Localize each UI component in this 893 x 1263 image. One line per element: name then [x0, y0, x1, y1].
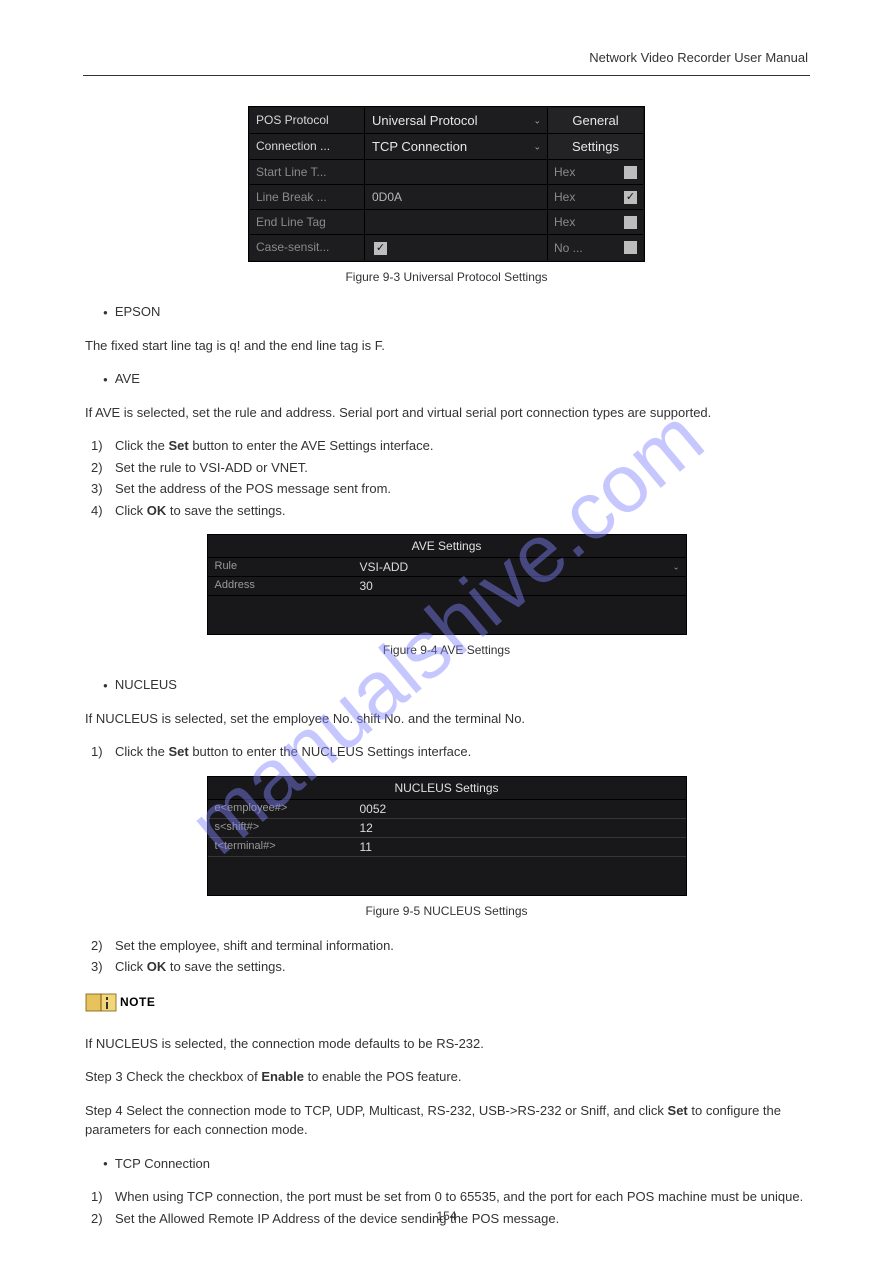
chevron-down-icon: ⌄: [533, 141, 541, 152]
end-line-input[interactable]: [365, 210, 548, 234]
settings-button[interactable]: Settings: [548, 134, 643, 159]
connection-dropdown[interactable]: TCP Connection ⌄: [365, 134, 548, 159]
ave-settings-panel: AVE Settings Rule VSI-ADD ⌄ Address 30: [207, 534, 687, 635]
bullet-list: NUCLEUS: [103, 675, 808, 695]
figure-1-caption: Figure 9-3 Universal Protocol Settings: [0, 270, 893, 284]
end-line-label: End Line Tag: [250, 210, 365, 234]
hex-label: Hex: [554, 165, 624, 179]
row-start-line: Start Line T... Hex: [250, 159, 643, 184]
row-case-sensitive: Case-sensit... No ...: [250, 234, 643, 260]
list-item: 1)Click the Set button to enter the NUCL…: [115, 742, 808, 762]
hex-checkbox[interactable]: [624, 216, 637, 229]
list-item: 4)Click OK to save the settings.: [115, 501, 808, 521]
ave-steps: 1)Click the Set button to enter the AVE …: [115, 436, 808, 520]
list-item: 2)Set the employee, shift and terminal i…: [115, 936, 808, 956]
universal-protocol-settings-panel: POS Protocol Universal Protocol ⌄ Genera…: [248, 106, 645, 262]
row-line-break: Line Break ... 0D0A Hex: [250, 184, 643, 209]
shift-input[interactable]: 12: [353, 819, 686, 837]
no-label: No ...: [554, 241, 624, 255]
no-checkbox[interactable]: [624, 241, 637, 254]
list-item: 3)Click OK to save the settings.: [115, 957, 808, 977]
pos-protocol-label: POS Protocol: [250, 108, 365, 133]
employee-label: e<employee#>: [208, 800, 353, 818]
bullet-list: EPSON: [103, 302, 808, 322]
pos-protocol-dropdown[interactable]: Universal Protocol ⌄: [365, 108, 548, 133]
ave-settings-title: AVE Settings: [208, 535, 686, 558]
employee-input[interactable]: 0052: [353, 800, 686, 818]
list-item: 2)Set the rule to VSI-ADD or VNET.: [115, 458, 808, 478]
step-3: Step 3 Check the checkbox of Enable to e…: [85, 1067, 808, 1087]
case-sensitive-checkbox[interactable]: [374, 242, 387, 255]
page-number: 154: [0, 1209, 893, 1223]
start-line-label: Start Line T...: [250, 160, 365, 184]
epson-description: The fixed start line tag is q! and the e…: [85, 336, 808, 356]
case-sensitive-cell: [365, 235, 548, 260]
line-break-input[interactable]: 0D0A: [365, 185, 548, 209]
list-item: 3)Set the address of the POS message sen…: [115, 479, 808, 499]
figure-3-caption: Figure 9-5 NUCLEUS Settings: [0, 904, 893, 918]
row-rule: Rule VSI-ADD ⌄: [208, 558, 686, 577]
case-sensitive-label: Case-sensit...: [250, 235, 365, 260]
address-input[interactable]: 30: [353, 577, 686, 595]
bullet-list: AVE: [103, 369, 808, 389]
note-text: If NUCLEUS is selected, the connection m…: [85, 1034, 808, 1054]
general-button[interactable]: General: [548, 108, 643, 133]
nucleus-settings-panel: NUCLEUS Settings e<employee#> 0052 s<shi…: [207, 776, 687, 896]
page-header-title: Network Video Recorder User Manual: [0, 0, 893, 75]
row-connection: Connection ... TCP Connection ⌄ Settings: [250, 133, 643, 159]
row-address: Address 30: [208, 577, 686, 596]
list-item: 1)Click the Set button to enter the AVE …: [115, 436, 808, 456]
step-4: Step 4 Select the connection mode to TCP…: [85, 1101, 808, 1140]
chevron-down-icon: ⌄: [673, 563, 680, 572]
list-item: EPSON: [103, 302, 808, 322]
address-label: Address: [208, 577, 353, 595]
bullet-list: TCP Connection: [103, 1154, 808, 1174]
list-item: NUCLEUS: [103, 675, 808, 695]
row-terminal: t<terminal#> 11: [208, 838, 686, 857]
row-shift: s<shift#> 12: [208, 819, 686, 838]
line-break-label: Line Break ...: [250, 185, 365, 209]
row-pos-protocol: POS Protocol Universal Protocol ⌄ Genera…: [250, 108, 643, 133]
ave-description: If AVE is selected, set the rule and add…: [85, 403, 808, 423]
row-end-line: End Line Tag Hex: [250, 209, 643, 234]
hex-label: Hex: [554, 190, 624, 204]
list-item: TCP Connection: [103, 1154, 808, 1174]
nucleus-settings-title: NUCLEUS Settings: [208, 777, 686, 800]
hex-checkbox[interactable]: [624, 191, 637, 204]
connection-label: Connection ...: [250, 134, 365, 159]
note-label: NOTE: [120, 995, 155, 1009]
header-divider: [83, 75, 810, 76]
chevron-down-icon: ⌄: [533, 115, 541, 126]
terminal-input[interactable]: 11: [353, 838, 686, 856]
nucleus-description: If NUCLEUS is selected, set the employee…: [85, 709, 808, 729]
nucleus-steps-2: 2)Set the employee, shift and terminal i…: [115, 936, 808, 977]
shift-label: s<shift#>: [208, 819, 353, 837]
terminal-label: t<terminal#>: [208, 838, 353, 856]
note-icon: NOTE: [85, 991, 155, 1013]
start-line-input[interactable]: [365, 160, 548, 184]
figure-2-caption: Figure 9-4 AVE Settings: [0, 643, 893, 657]
row-employee: e<employee#> 0052: [208, 800, 686, 819]
hex-checkbox[interactable]: [624, 166, 637, 179]
rule-dropdown[interactable]: VSI-ADD ⌄: [353, 558, 686, 576]
list-item: AVE: [103, 369, 808, 389]
list-item: 1)When using TCP connection, the port mu…: [115, 1187, 808, 1207]
rule-label: Rule: [208, 558, 353, 576]
nucleus-steps: 1)Click the Set button to enter the NUCL…: [115, 742, 808, 762]
hex-label: Hex: [554, 215, 624, 229]
